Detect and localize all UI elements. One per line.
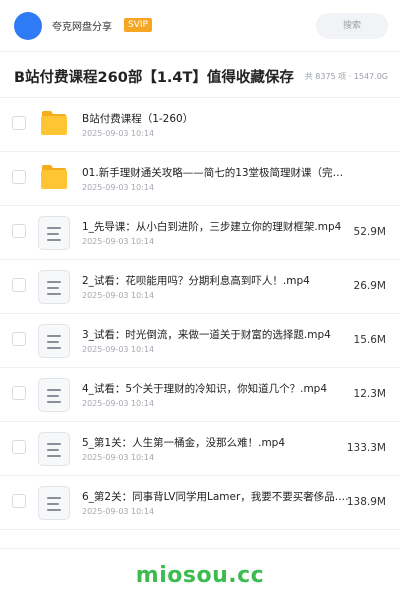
item-date: 2025-09-03 10:14 bbox=[82, 291, 155, 300]
document-icon bbox=[38, 378, 70, 412]
item-name[interactable]: 1_先导课：从小白到进阶，三步建立你的理财框架.mp4 bbox=[82, 219, 352, 234]
item-date: 2025-09-03 10:14 bbox=[82, 399, 155, 408]
item-name[interactable]: 6_第2关：同事背LV同学用Lamer，我要不要买奢侈品.mp4 bbox=[82, 489, 352, 504]
item-date: 2025-09-03 10:14 bbox=[82, 345, 155, 354]
item-size: 133.3M bbox=[346, 442, 386, 454]
file-list: B站付费课程（1-260） 2025-09-03 10:14 01.新手理财通关攻略… bbox=[0, 98, 400, 530]
item-name[interactable]: 4_试看：5个关于理财的冷知识，你知道几个？.mp4 bbox=[82, 381, 352, 396]
item-date: 2025-09-03 10:14 bbox=[82, 237, 155, 246]
row-checkbox[interactable] bbox=[12, 116, 26, 130]
app-header: 夸克网盘分享 SVIP 搜索 bbox=[0, 0, 400, 52]
item-name[interactable]: 2_试看：花呗能用吗？分期利息高到吓人！.mp4 bbox=[82, 273, 352, 288]
folder-icon bbox=[41, 165, 67, 189]
item-size: 26.9M bbox=[353, 280, 386, 292]
document-icon bbox=[38, 270, 70, 304]
file-row[interactable]: 2_试看：花呗能用吗？分期利息高到吓人！.mp4 2025-09-03 10:14… bbox=[0, 260, 400, 314]
file-row[interactable]: 1_先导课：从小白到进阶，三步建立你的理财框架.mp4 2025-09-03 10… bbox=[0, 206, 400, 260]
row-checkbox[interactable] bbox=[12, 494, 26, 508]
item-date: 2025-09-03 10:14 bbox=[82, 129, 155, 138]
file-row[interactable]: 4_试看：5个关于理财的冷知识，你知道几个？.mp4 2025-09-03 10:… bbox=[0, 368, 400, 422]
item-name[interactable]: 01.新手理财通关攻略——简七的13堂极简理财课（完结） bbox=[82, 165, 344, 180]
share-title-bar: B站付费课程260部【1.4T】值得收藏保存 共 8375 项 · 1547.0… bbox=[0, 52, 400, 98]
file-row[interactable]: 3_试看：时光倒流，来做一道关于财富的选择题.mp4 2025-09-03 10:… bbox=[0, 314, 400, 368]
file-row[interactable]: 6_第2关：同事背LV同学用Lamer，我要不要买奢侈品.mp4 2025-09-… bbox=[0, 476, 400, 530]
row-checkbox[interactable] bbox=[12, 332, 26, 346]
row-checkbox[interactable] bbox=[12, 278, 26, 292]
footer: miosou.cc bbox=[0, 548, 400, 600]
row-checkbox[interactable] bbox=[12, 386, 26, 400]
page-title: B站付费课程260部【1.4T】值得收藏保存 bbox=[14, 70, 294, 86]
row-checkbox[interactable] bbox=[12, 170, 26, 184]
avatar[interactable] bbox=[14, 12, 42, 40]
folder-row[interactable]: B站付费课程（1-260） 2025-09-03 10:14 bbox=[0, 98, 400, 152]
item-size: 52.9M bbox=[353, 226, 386, 238]
svip-badge: SVIP bbox=[124, 18, 152, 32]
document-icon bbox=[38, 432, 70, 466]
folder-icon bbox=[41, 111, 67, 135]
item-name[interactable]: B站付费课程（1-260） bbox=[82, 111, 344, 126]
file-row[interactable]: 5_第1关：人生第一桶金，没那么难！.mp4 2025-09-03 10:14 13… bbox=[0, 422, 400, 476]
folder-row[interactable]: 01.新手理财通关攻略——简七的13堂极简理财课（完结） 2025-09-03 1… bbox=[0, 152, 400, 206]
row-checkbox[interactable] bbox=[12, 224, 26, 238]
item-size: 15.6M bbox=[353, 334, 386, 346]
document-icon bbox=[38, 216, 70, 250]
item-size: 12.3M bbox=[353, 388, 386, 400]
item-name[interactable]: 3_试看：时光倒流，来做一道关于财富的选择题.mp4 bbox=[82, 327, 352, 342]
document-icon bbox=[38, 324, 70, 358]
row-checkbox[interactable] bbox=[12, 440, 26, 454]
document-icon bbox=[38, 486, 70, 520]
watermark: miosou.cc bbox=[135, 563, 265, 588]
item-date: 2025-09-03 10:14 bbox=[82, 507, 155, 516]
item-size: 138.9M bbox=[346, 496, 386, 508]
item-date: 2025-09-03 10:14 bbox=[82, 453, 155, 462]
item-date: 2025-09-03 10:14 bbox=[82, 183, 155, 192]
share-meta: 共 8375 项 · 1547.0G bbox=[304, 72, 388, 81]
app-name: 夸克网盘分享 bbox=[52, 22, 112, 33]
item-name[interactable]: 5_第1关：人生第一桶金，没那么难！.mp4 bbox=[82, 435, 352, 450]
search-input[interactable]: 搜索 bbox=[316, 13, 388, 39]
